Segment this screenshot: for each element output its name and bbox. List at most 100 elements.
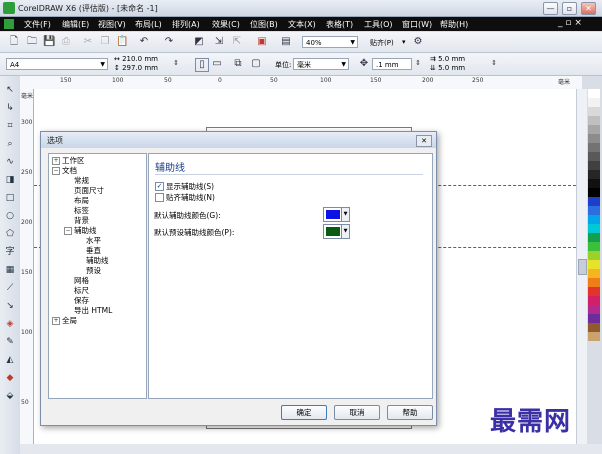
text-tool-icon[interactable]: 字 <box>4 246 16 258</box>
menu-layout[interactable]: 布局(L) <box>135 19 162 30</box>
preset-guide-color-picker[interactable]: ▼ <box>323 224 350 239</box>
menu-text[interactable]: 文本(X) <box>288 19 316 30</box>
cancel-button[interactable]: 取消 <box>334 405 380 420</box>
snap-to-dropdown[interactable]: 贴齐(P) <box>370 38 394 48</box>
welcome-screen-icon[interactable]: ▤ <box>280 36 292 48</box>
all-pages-icon[interactable]: ⧉ <box>232 58 244 70</box>
copy-icon[interactable]: ❐ <box>99 36 111 48</box>
current-page-icon[interactable]: ▢ <box>250 58 262 70</box>
palette-swatch[interactable] <box>588 260 600 269</box>
palette-swatch[interactable] <box>588 161 600 170</box>
palette-swatch[interactable] <box>588 251 600 260</box>
import-icon[interactable]: ⇲ <box>213 36 225 48</box>
chevron-down-icon[interactable]: ▾ <box>402 38 406 46</box>
save-icon[interactable]: 💾 <box>43 36 55 48</box>
collapse-icon[interactable]: − <box>64 227 72 235</box>
rectangle-tool-icon[interactable]: □ <box>4 192 16 204</box>
page-size-dropdown[interactable]: A4 ▼ <box>6 58 108 70</box>
document-window-controls[interactable]: _ ▫ × <box>558 18 582 28</box>
pick-tool-icon[interactable]: ↖ <box>4 84 16 96</box>
portrait-icon[interactable]: ▯ <box>195 58 209 72</box>
palette-swatch[interactable] <box>588 242 600 251</box>
menu-file[interactable]: 文件(F) <box>24 19 51 30</box>
duplicate-x-field[interactable]: ⇉ 5.0 mm <box>430 55 465 63</box>
spin-arrows-icon[interactable]: ⇕ <box>488 57 500 69</box>
palette-swatch[interactable] <box>588 287 600 296</box>
page-height-field[interactable]: ↕ 297.0 mm <box>114 64 158 72</box>
palette-swatch[interactable] <box>588 134 600 143</box>
menu-tools[interactable]: 工具(O) <box>364 19 393 30</box>
dialog-close-button[interactable]: ✕ <box>416 135 432 147</box>
snap-guides-label[interactable]: 贴齐辅助线(N) <box>166 192 215 203</box>
menu-help[interactable]: 帮助(H) <box>440 19 468 30</box>
palette-swatch[interactable] <box>588 296 600 305</box>
polygon-tool-icon[interactable]: ⬠ <box>4 228 16 240</box>
menu-effects[interactable]: 效果(C) <box>212 19 240 30</box>
vertical-scrollbar[interactable] <box>576 89 587 444</box>
menu-arrange[interactable]: 排列(A) <box>172 19 200 30</box>
print-icon[interactable]: ⎙ <box>60 36 72 48</box>
palette-swatch[interactable] <box>588 125 600 134</box>
horizontal-ruler[interactable]: 150 100 50 0 50 100 150 200 250 毫米 <box>20 76 582 90</box>
open-icon[interactable]: 🗀 <box>26 36 38 48</box>
palette-swatch[interactable] <box>588 305 600 314</box>
palette-swatch[interactable] <box>588 170 600 179</box>
menu-bitmaps[interactable]: 位图(B) <box>250 19 278 30</box>
blend-tool-icon[interactable]: ◈ <box>4 318 16 330</box>
undo-icon[interactable]: ↶ <box>138 36 150 48</box>
palette-swatch[interactable] <box>588 206 600 215</box>
application-launcher-icon[interactable]: ▣ <box>256 36 268 48</box>
show-guides-label[interactable]: 显示辅助线(S) <box>166 181 214 192</box>
palette-swatch[interactable] <box>588 179 600 188</box>
palette-swatch[interactable] <box>588 269 600 278</box>
redo-icon[interactable]: ↷ <box>163 36 175 48</box>
collapse-icon[interactable]: − <box>52 167 60 175</box>
spin-arrows-icon[interactable]: ⇕ <box>412 57 424 69</box>
zoom-tool-icon[interactable]: ⌕ <box>4 138 16 150</box>
palette-swatch[interactable] <box>588 233 600 242</box>
export-icon[interactable]: ⇱ <box>231 36 243 48</box>
palette-swatch[interactable] <box>588 197 600 206</box>
menu-view[interactable]: 视图(V) <box>98 19 126 30</box>
options-icon[interactable]: ⚙ <box>412 36 424 48</box>
shape-tool-icon[interactable]: ↳ <box>4 102 16 114</box>
dimension-tool-icon[interactable]: ⟋ <box>4 282 16 294</box>
interactive-fill-tool-icon[interactable]: ⬙ <box>4 390 16 402</box>
landscape-icon[interactable]: ▭ <box>211 58 223 70</box>
spin-arrows-icon[interactable]: ⇕ <box>170 57 182 69</box>
close-button[interactable]: ✕ <box>581 2 596 15</box>
paste-icon[interactable]: 📋 <box>116 36 128 48</box>
palette-swatch[interactable] <box>588 98 600 107</box>
menu-table[interactable]: 表格(T) <box>326 19 353 30</box>
units-dropdown[interactable]: 毫米 ▼ <box>293 58 349 70</box>
palette-swatch[interactable] <box>588 332 600 341</box>
snap-guides-checkbox[interactable] <box>155 193 164 202</box>
connector-tool-icon[interactable]: ↘ <box>4 300 16 312</box>
ellipse-tool-icon[interactable]: ○ <box>4 210 16 222</box>
default-guide-color-picker[interactable]: ▼ <box>323 207 350 222</box>
zoom-level-dropdown[interactable]: 40% ▼ <box>302 36 358 48</box>
scroll-thumb[interactable] <box>578 259 587 275</box>
ok-button[interactable]: 确定 <box>281 405 327 420</box>
palette-swatch[interactable] <box>588 278 600 287</box>
palette-swatch[interactable] <box>588 116 600 125</box>
duplicate-y-field[interactable]: ⇊ 5.0 mm <box>430 64 465 72</box>
maximize-button[interactable]: ▫ <box>562 2 577 15</box>
palette-swatch[interactable] <box>588 215 600 224</box>
show-guides-checkbox[interactable]: ✓ <box>155 182 164 191</box>
cut-icon[interactable]: ✂ <box>82 36 94 48</box>
help-button[interactable]: 帮助 <box>387 405 433 420</box>
search-content-icon[interactable]: ◩ <box>193 36 205 48</box>
palette-swatch[interactable] <box>588 152 600 161</box>
expand-icon[interactable]: + <box>52 317 60 325</box>
outline-tool-icon[interactable]: ◭ <box>4 354 16 366</box>
palette-swatch[interactable] <box>588 323 600 332</box>
minimize-button[interactable]: — <box>543 2 558 15</box>
menu-window[interactable]: 窗口(W) <box>402 19 432 30</box>
menu-edit[interactable]: 编辑(E) <box>62 19 89 30</box>
tree-item-export-html[interactable]: 导出 HTML <box>74 305 112 316</box>
freehand-tool-icon[interactable]: ∿ <box>4 156 16 168</box>
palette-swatch[interactable] <box>588 143 600 152</box>
palette-swatch[interactable] <box>588 224 600 233</box>
expand-icon[interactable]: + <box>52 157 60 165</box>
